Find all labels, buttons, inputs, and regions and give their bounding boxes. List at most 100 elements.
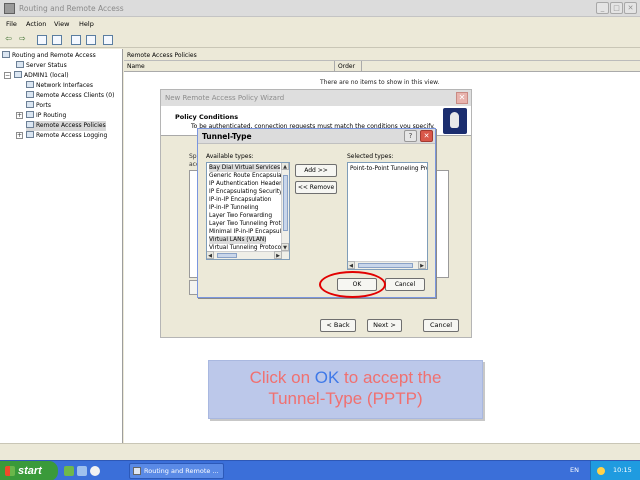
clock: 10:15: [613, 466, 632, 474]
language-indicator[interactable]: EN: [570, 466, 579, 474]
list-item[interactable]: IP-in-IP Encapsulation: [209, 196, 271, 204]
windows-logo-icon: [5, 466, 15, 476]
scroll-right-icon[interactable]: ▶: [274, 251, 282, 259]
tree-item-admin1[interactable]: ADMIN1 (local): [14, 71, 69, 81]
list-item[interactable]: Point-to-Point Tunneling Protocol: [350, 165, 427, 173]
list-item[interactable]: Virtual LANs (VLAN): [209, 236, 267, 244]
status-icon: [16, 61, 24, 68]
menu-action[interactable]: Action: [26, 20, 46, 28]
scroll-up-icon[interactable]: ▲: [281, 163, 289, 170]
internet-explorer-icon[interactable]: [90, 466, 100, 476]
status-bar: [0, 443, 640, 460]
column-headers: Name Order: [124, 61, 640, 72]
next-button[interactable]: Next >: [367, 319, 402, 332]
remove-button[interactable]: << Remove: [295, 181, 337, 194]
taskbar-item-rras[interactable]: Routing and Remote ...: [129, 463, 224, 479]
taskbar: start Routing and Remote ... EN 10:15: [0, 460, 640, 480]
scroll-thumb[interactable]: [283, 175, 288, 231]
close-icon[interactable]: ✕: [624, 2, 637, 14]
close-icon[interactable]: ✕: [456, 92, 468, 104]
scroll-thumb[interactable]: [358, 263, 413, 268]
column-divider[interactable]: [334, 61, 335, 72]
vertical-scrollbar[interactable]: ▲ ▼: [281, 163, 289, 251]
column-name[interactable]: Name: [127, 63, 145, 70]
scroll-left-icon[interactable]: ◀: [348, 261, 355, 269]
available-types-label: Available types:: [206, 153, 254, 160]
selected-types-label: Selected types:: [347, 153, 394, 160]
console-tree: Routing and Remote Access Server Status …: [0, 49, 123, 443]
server-icon: [14, 71, 22, 78]
help-icon[interactable]: ?: [404, 130, 417, 142]
list-item[interactable]: Layer Two Forwarding: [209, 212, 272, 220]
rras-app-icon: [133, 467, 141, 475]
back-arrow-icon[interactable]: ⇦: [3, 34, 14, 45]
system-tray: 10:15: [590, 461, 640, 480]
menu-file[interactable]: File: [6, 20, 17, 28]
collapse-icon[interactable]: −: [4, 72, 11, 79]
horizontal-scrollbar[interactable]: ◀ ▶: [348, 261, 427, 269]
tree-item-root[interactable]: Routing and Remote Access: [2, 51, 96, 61]
tree-item-server-status[interactable]: Server Status: [16, 61, 67, 71]
scroll-left-icon[interactable]: ◀: [207, 251, 214, 259]
list-item[interactable]: Generic Route Encapsulation: [209, 172, 289, 180]
details-header: Remote Access Policies: [124, 49, 640, 61]
back-button[interactable]: < Back: [320, 319, 356, 332]
column-divider[interactable]: [361, 61, 362, 72]
tree-item-remote-access-clients[interactable]: Remote Access Clients (0): [26, 91, 114, 101]
menu-help[interactable]: Help: [79, 20, 94, 28]
menu-bar: File Action View Help: [0, 17, 640, 31]
show-tree-icon[interactable]: [52, 35, 62, 45]
close-icon[interactable]: ✕: [420, 130, 433, 142]
list-item[interactable]: Layer Two Tunneling Protocol: [209, 220, 289, 228]
toolbar: ⇦ ⇨: [0, 31, 640, 48]
tree-item-network-interfaces[interactable]: Network Interfaces: [26, 81, 93, 91]
instruction-caption: Click on OK to accept the Tunnel-Type (P…: [208, 360, 483, 419]
wizard-logo-icon: [443, 108, 467, 134]
properties-icon[interactable]: [71, 35, 81, 45]
show-desktop-icon[interactable]: [64, 466, 74, 476]
network-tray-icon[interactable]: [597, 467, 605, 475]
scroll-down-icon[interactable]: ▼: [281, 243, 289, 251]
explorer-icon[interactable]: [77, 466, 87, 476]
ports-icon: [26, 101, 34, 108]
expand-icon[interactable]: +: [16, 112, 23, 119]
scroll-thumb[interactable]: [217, 253, 237, 258]
cancel-button[interactable]: Cancel: [385, 278, 425, 291]
column-order[interactable]: Order: [338, 63, 355, 70]
help-icon[interactable]: [86, 35, 96, 45]
maximize-icon[interactable]: □: [610, 2, 623, 14]
empty-list-message: There are no items to show in this view.: [320, 79, 440, 86]
list-item[interactable]: Bay Dial Virtual Services: [209, 164, 281, 172]
ok-highlight-ring: [319, 271, 386, 298]
export-list-icon[interactable]: [103, 35, 113, 45]
list-item[interactable]: IP Authentication Header: [209, 180, 282, 188]
up-folder-icon[interactable]: [37, 35, 47, 45]
selected-types-list[interactable]: Point-to-Point Tunneling Protocol ◀ ▶: [347, 162, 428, 270]
tree-item-ports[interactable]: Ports: [26, 101, 51, 111]
expand-icon[interactable]: +: [16, 132, 23, 139]
routing-icon: [26, 111, 34, 118]
tunnel-type-dialog: Tunnel-Type ? ✕ Available types: Selecte…: [197, 128, 436, 298]
caption-line-1: Click on OK to accept the: [249, 368, 442, 387]
list-item[interactable]: IP-in-IP Tunneling: [209, 204, 258, 212]
tree-item-remote-access-policies[interactable]: Remote Access Policies: [26, 121, 106, 131]
menu-view[interactable]: View: [54, 20, 69, 28]
start-button[interactable]: start: [0, 461, 58, 480]
caption-highlight: OK: [314, 368, 340, 387]
network-icon: [26, 81, 34, 88]
list-item[interactable]: Minimal IP-in-IP Encapsulation: [209, 228, 289, 236]
list-item[interactable]: IP Encapsulating Security: [209, 188, 283, 196]
server-icon: [2, 51, 10, 58]
add-button[interactable]: Add >>: [295, 164, 337, 177]
available-types-list[interactable]: Bay Dial Virtual Services Generic Route …: [206, 162, 290, 260]
tree-item-remote-access-logging[interactable]: Remote Access Logging: [26, 131, 107, 141]
wizard-heading: Policy Conditions: [175, 113, 239, 121]
minimize-icon[interactable]: _: [596, 2, 609, 14]
cancel-button[interactable]: Cancel: [423, 319, 459, 332]
scroll-right-icon[interactable]: ▶: [418, 261, 426, 269]
policy-icon: [26, 121, 34, 128]
horizontal-scrollbar[interactable]: ◀ ▶: [207, 251, 289, 259]
forward-arrow-icon[interactable]: ⇨: [17, 34, 28, 45]
tree-item-ip-routing[interactable]: IP Routing: [26, 111, 66, 121]
wizard-text-fragment: Sp: [189, 153, 197, 160]
